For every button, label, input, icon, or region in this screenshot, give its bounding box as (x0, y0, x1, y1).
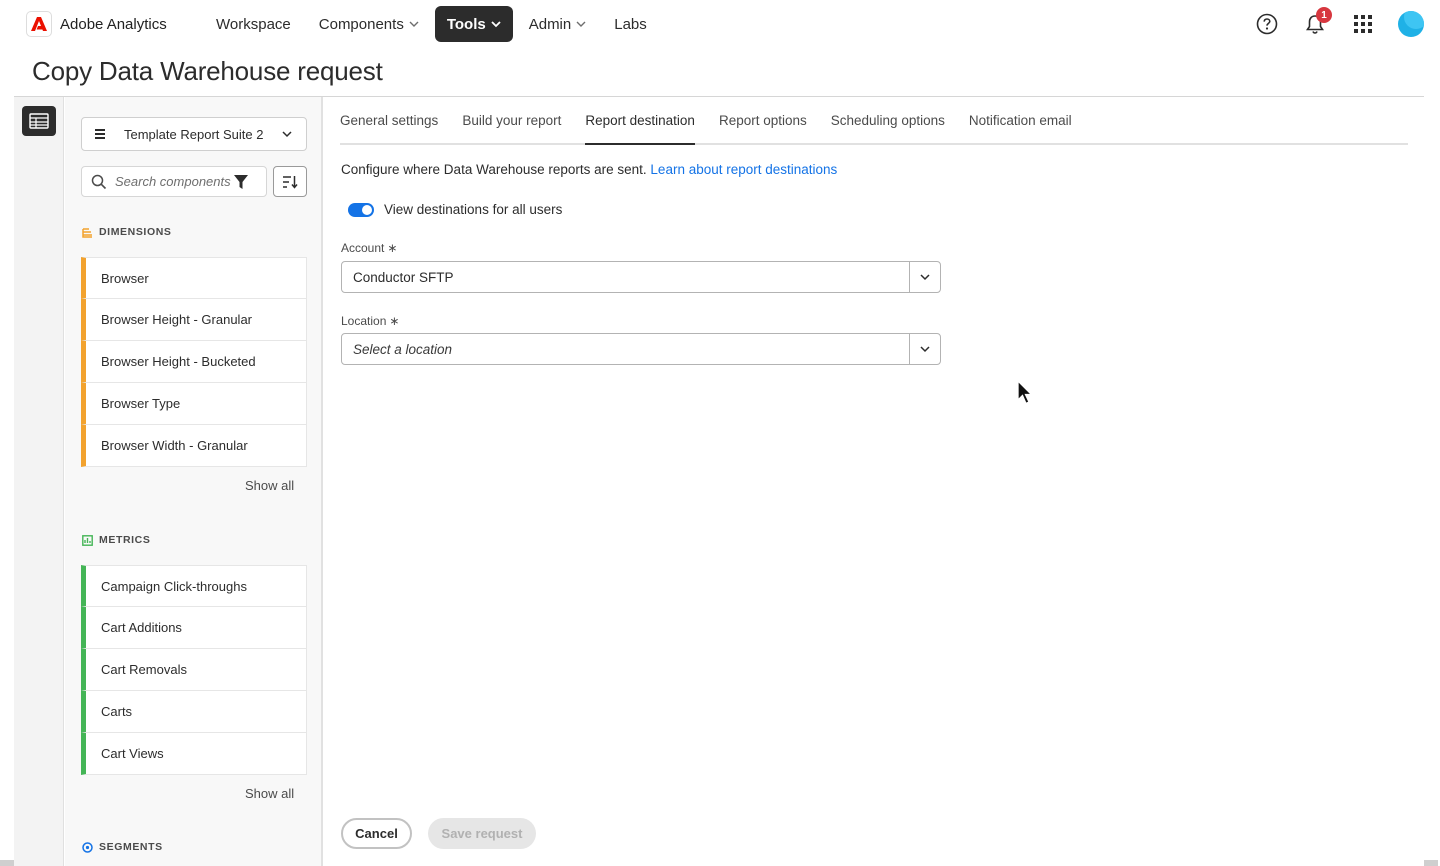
location-field-label: Location ∗ (341, 314, 399, 328)
nav-labs[interactable]: Labs (602, 6, 659, 42)
tab-report-destination[interactable]: Report destination (585, 97, 695, 145)
save-request-button[interactable]: Save request (428, 818, 536, 849)
view-all-destinations-toggle[interactable] (348, 202, 374, 217)
cancel-button[interactable]: Cancel (341, 818, 412, 849)
component-panel-icon (29, 113, 49, 129)
filter-icon[interactable] (233, 174, 249, 190)
report-suite-icon (95, 129, 105, 139)
location-label-text: Location (341, 314, 387, 328)
nav-workspace-label: Workspace (216, 15, 291, 33)
list-item[interactable]: Campaign Click-throughs (81, 565, 306, 607)
nav-labs-label: Labs (614, 15, 647, 33)
list-item[interactable]: Carts (81, 691, 306, 733)
chevron-down-icon (491, 21, 501, 28)
report-suite-label: Template Report Suite 2 (124, 126, 264, 142)
toggle-label: View destinations for all users (384, 202, 563, 217)
location-dropdown-button[interactable] (909, 334, 940, 364)
required-indicator: ∗ (389, 314, 400, 328)
nav-tools[interactable]: Tools (434, 6, 513, 42)
metrics-heading-label: METRICS (99, 534, 151, 546)
components-panel: Template Report Suite 2 DIMENSIONS Brows… (65, 97, 323, 866)
dimension-icon (82, 227, 92, 238)
segment-icon (82, 841, 93, 853)
segments-heading: SEGMENTS (82, 841, 163, 853)
nav-utilities: 1 (1254, 7, 1424, 40)
mouse-pointer-icon (1017, 380, 1034, 405)
nav-workspace[interactable]: Workspace (204, 6, 303, 42)
list-item[interactable]: Cart Additions (81, 607, 306, 649)
sort-icon (283, 175, 298, 189)
app-switcher-grid-icon[interactable] (1350, 8, 1376, 40)
chevron-down-icon (576, 21, 586, 27)
main-nav: Workspace Components Tools Admin Labs (204, 6, 659, 42)
location-field[interactable] (342, 334, 909, 364)
account-field[interactable] (342, 262, 909, 292)
list-item[interactable]: Browser Width - Granular (81, 425, 306, 467)
left-rail (14, 97, 64, 866)
list-item[interactable]: Browser Type (81, 383, 306, 425)
tab-build-your-report[interactable]: Build your report (462, 97, 561, 143)
list-item[interactable]: Browser Height - Granular (81, 299, 306, 341)
account-dropdown-button[interactable] (909, 262, 940, 292)
dimensions-show-all-link[interactable]: Show all (245, 478, 294, 493)
learn-more-link[interactable]: Learn about report destinations (650, 162, 837, 177)
sort-button[interactable] (273, 166, 307, 197)
tab-general-settings[interactable]: General settings (340, 97, 438, 143)
window-corner (0, 860, 14, 866)
notification-count-badge: 1 (1316, 7, 1332, 23)
top-nav: Adobe Analytics Workspace Components Too… (0, 0, 1440, 48)
brand[interactable]: Adobe Analytics (26, 11, 167, 37)
chevron-down-icon (409, 21, 419, 27)
nav-components[interactable]: Components (307, 6, 431, 42)
required-indicator: ∗ (387, 241, 398, 255)
dimensions-heading: DIMENSIONS (82, 226, 172, 238)
tab-report-options[interactable]: Report options (719, 97, 807, 143)
component-search (81, 166, 267, 197)
list-item[interactable]: Cart Removals (81, 649, 306, 691)
chevron-down-icon (920, 346, 930, 353)
dimension-list: Browser Browser Height - Granular Browse… (81, 257, 307, 467)
tab-scheduling-options[interactable]: Scheduling options (831, 97, 945, 143)
app-name: Adobe Analytics (60, 15, 167, 33)
list-item[interactable]: Browser (81, 257, 306, 299)
location-combobox (341, 333, 941, 365)
report-suite-picker[interactable]: Template Report Suite 2 (81, 117, 307, 151)
metrics-heading: METRICS (82, 534, 150, 546)
tab-notification-email[interactable]: Notification email (969, 97, 1072, 143)
account-field-label: Account ∗ (341, 241, 397, 255)
chevron-down-icon (920, 274, 930, 281)
user-avatar[interactable] (1398, 11, 1424, 37)
request-tabs: General settings Build your report Repor… (340, 97, 1408, 145)
metric-icon (82, 534, 93, 546)
page-title: Copy Data Warehouse request (32, 56, 383, 86)
search-input[interactable] (115, 174, 233, 189)
adobe-logo-icon (26, 11, 52, 37)
help-icon[interactable] (1254, 8, 1280, 40)
description-text: Configure where Data Warehouse reports a… (341, 162, 647, 177)
list-item[interactable]: Browser Height - Bucketed (81, 341, 306, 383)
account-combobox (341, 261, 941, 293)
view-all-destinations-row: View destinations for all users (348, 202, 562, 217)
list-item[interactable]: Cart Views (81, 733, 306, 775)
nav-tools-label: Tools (446, 15, 486, 33)
segments-heading-label: SEGMENTS (99, 841, 163, 853)
destination-description: Configure where Data Warehouse reports a… (341, 162, 837, 177)
nav-components-label: Components (318, 15, 404, 33)
dimensions-heading-label: DIMENSIONS (99, 226, 172, 238)
chevron-down-icon (282, 131, 292, 138)
components-panel-toggle[interactable] (22, 106, 56, 136)
nav-admin[interactable]: Admin (517, 6, 599, 42)
account-label-text: Account (341, 241, 385, 255)
nav-admin-label: Admin (528, 15, 572, 33)
notifications-bell-icon[interactable]: 1 (1302, 7, 1332, 40)
window-corner (1424, 860, 1438, 866)
metric-list: Campaign Click-throughs Cart Additions C… (81, 565, 307, 775)
search-icon (91, 174, 107, 189)
metrics-show-all-link[interactable]: Show all (245, 786, 294, 801)
